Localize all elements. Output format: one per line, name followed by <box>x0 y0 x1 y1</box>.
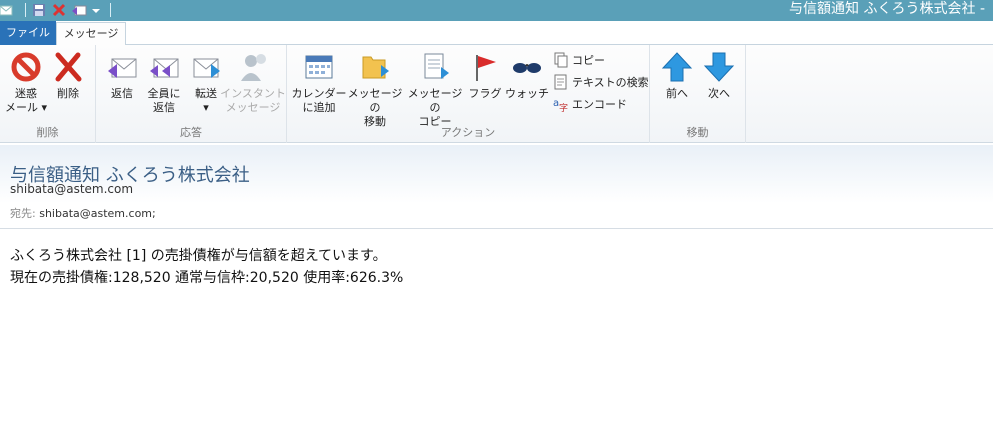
document-search-icon <box>553 74 569 90</box>
copy-message-button[interactable]: メッセージの コピー <box>405 51 465 128</box>
svg-text:字: 字 <box>559 102 568 112</box>
flag-button[interactable]: フラグ <box>461 51 509 121</box>
tab-row: ファイル メッセージ <box>0 21 993 46</box>
instant-message-button[interactable]: インスタント メッセージ <box>220 51 286 121</box>
block-icon <box>10 51 42 83</box>
tab-message[interactable]: メッセージ <box>56 22 126 46</box>
body-line-2: 現在の売掛債権:128,520 通常与信枠:20,520 使用率:626.3% <box>10 270 404 286</box>
arrow-up-icon <box>661 51 693 83</box>
title-bar: 与信額通知 ふくろう株式会社 - <box>0 0 993 21</box>
chevron-down-icon[interactable] <box>91 2 101 18</box>
copy-message-label: メッセージの コピー <box>407 87 463 128</box>
message-header: 与信額通知 ふくろう株式会社 shibata@astem.com 宛先: shi… <box>0 145 993 229</box>
ribbon: 迷惑 メール ▾ 削除 削除 返信 全員に 返信 転送 ▾ インスタント メッセ… <box>0 45 993 143</box>
next-button-label: 次へ <box>708 87 730 100</box>
encode-label: エンコード <box>572 98 627 111</box>
qat-separator <box>110 3 111 17</box>
save-icon[interactable] <box>31 2 47 18</box>
forward-envelope-icon <box>190 51 222 83</box>
copy-button-label: コピー <box>572 54 605 67</box>
group-label-respond: 応答 <box>180 126 202 139</box>
delete-button-label: 削除 <box>57 87 79 100</box>
to-address[interactable]: shibata@astem.com; <box>39 207 156 220</box>
copy-button[interactable]: コピー <box>553 51 605 69</box>
calendar-icon <box>303 51 335 83</box>
quick-access-toolbar <box>0 1 116 19</box>
group-label-delete: 削除 <box>36 126 59 139</box>
folder-move-icon <box>359 51 391 83</box>
copy-icon <box>553 52 569 68</box>
message-recipients: 宛先: shibata@astem.com; <box>10 205 156 221</box>
add-to-calendar-label: カレンダー に追加 <box>291 87 347 114</box>
watch-button[interactable]: ウォッチ <box>503 51 551 121</box>
move-message-button[interactable]: メッセージの 移動 <box>345 51 405 128</box>
move-message-label: メッセージの 移動 <box>347 87 403 128</box>
ribbon-group-actions: カレンダー に追加 メッセージの 移動 メッセージの コピー フラグ ウォッチ <box>287 45 650 143</box>
arrow-down-icon <box>703 51 735 83</box>
delete-button[interactable]: 削除 <box>42 51 94 121</box>
to-label: 宛先: <box>10 207 36 220</box>
window-title: 与信額通知 ふくろう株式会社 - <box>789 1 985 17</box>
reply-envelope-icon <box>106 51 138 83</box>
mail-icon[interactable] <box>0 2 16 18</box>
find-text-button[interactable]: テキストの検索 <box>553 73 649 91</box>
ribbon-group-move: 前へ 次へ 移動 <box>650 45 746 143</box>
ribbon-group-respond: 返信 全員に 返信 転送 ▾ インスタント メッセージ 応答 <box>96 45 287 143</box>
qat-separator <box>25 3 26 17</box>
reply-all-envelope-icon <box>148 51 180 83</box>
ribbon-group-delete: 迷惑 メール ▾ 削除 削除 <box>0 45 96 143</box>
person-icon <box>237 51 269 83</box>
message-body: ふくろう株式会社 [1] の売掛債権が与信額を超えています。 現在の売掛債権:1… <box>10 245 403 289</box>
flag-button-label: フラグ <box>468 87 502 100</box>
encode-button[interactable]: a字 エンコード <box>553 95 627 114</box>
group-label-move: 移動 <box>686 126 709 139</box>
delete-x-icon <box>52 51 84 83</box>
watch-button-label: ウォッチ <box>505 87 549 100</box>
reply-icon[interactable] <box>71 2 87 18</box>
delete-icon[interactable] <box>51 2 67 18</box>
encode-icon: a字 <box>553 96 569 114</box>
group-label-actions: アクション <box>440 126 496 139</box>
find-text-label: テキストの検索 <box>572 76 649 89</box>
glasses-icon <box>511 51 543 83</box>
body-line-1: ふくろう株式会社 [1] の売掛債権が与信額を超えています。 <box>10 248 387 264</box>
flag-icon <box>469 51 501 83</box>
copy-document-icon <box>419 51 451 83</box>
instant-message-button-label: インスタント メッセージ <box>220 87 286 114</box>
tab-file[interactable]: ファイル <box>0 21 56 45</box>
message-from[interactable]: shibata@astem.com <box>10 182 133 196</box>
next-button[interactable]: 次へ <box>694 51 744 121</box>
add-to-calendar-button[interactable]: カレンダー に追加 <box>291 51 347 121</box>
